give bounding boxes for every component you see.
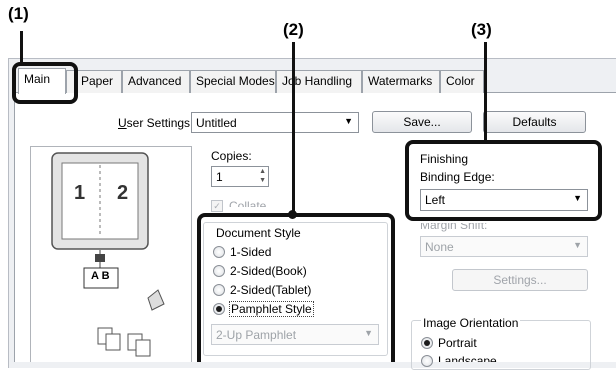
tab-paper[interactable]: Paper bbox=[66, 70, 122, 93]
preview-page-left: 1 bbox=[74, 182, 86, 204]
copies-label: Copies: bbox=[211, 149, 252, 163]
callout-3-line bbox=[484, 42, 487, 142]
tab-watermarks-label: Watermarks bbox=[368, 74, 433, 88]
settings-button[interactable]: Settings... bbox=[452, 269, 588, 291]
image-orientation-title: Image Orientation bbox=[421, 316, 521, 330]
label-portrait: Portrait bbox=[438, 336, 477, 350]
tab-advanced[interactable]: Advanced bbox=[122, 70, 190, 93]
collate-label: Collate bbox=[229, 199, 267, 207]
chevron-down-icon: ▼ bbox=[573, 240, 582, 250]
radio-2-sided-book[interactable] bbox=[213, 265, 225, 277]
callout-1: (1) bbox=[8, 4, 29, 23]
collate-checkbox[interactable]: ✓ bbox=[211, 200, 223, 212]
booklet-label: A B bbox=[91, 270, 110, 282]
binding-edge-label: Binding Edge: bbox=[420, 170, 495, 184]
tab-special-modes-label: Special Modes bbox=[196, 74, 275, 88]
callout-2-dot bbox=[288, 210, 297, 219]
tab-color[interactable]: Color bbox=[440, 70, 484, 93]
tab-main[interactable]: Main bbox=[18, 68, 66, 94]
booklet-icon bbox=[83, 250, 165, 357]
pamphlet-page-preview bbox=[51, 152, 149, 250]
user-settings-combo[interactable]: Untitled ▼ bbox=[191, 112, 359, 133]
tab-job-handling[interactable]: Job Handling bbox=[276, 70, 362, 93]
callout-1-line bbox=[20, 31, 23, 64]
tab-special-modes[interactable]: Special Modes bbox=[190, 70, 276, 93]
tab-paper-label: Paper bbox=[81, 74, 114, 88]
tab-main-label: Main bbox=[24, 72, 51, 86]
chevron-down-icon: ▼ bbox=[344, 116, 353, 126]
margin-shift-combo[interactable]: None ▼ bbox=[420, 236, 588, 257]
pamphlet-combo[interactable]: 2-Up Pamphlet ▼ bbox=[211, 324, 379, 345]
callout-3: (3) bbox=[471, 20, 492, 39]
user-settings-label: User Settings: bbox=[118, 116, 194, 130]
radio-pamphlet-style[interactable] bbox=[213, 303, 225, 315]
label-2-sided-tablet: 2-Sided(Tablet) bbox=[230, 283, 312, 297]
callout-2: (2) bbox=[283, 20, 304, 39]
document-style-title: Document Style bbox=[214, 226, 303, 240]
label-1-sided: 1-Sided bbox=[230, 245, 272, 259]
binding-edge-combo[interactable]: Left ▼ bbox=[420, 189, 588, 211]
tab-color-label: Color bbox=[446, 74, 475, 88]
chevron-down-icon: ▼ bbox=[573, 193, 582, 203]
user-settings-value: Untitled bbox=[196, 116, 237, 130]
tab-advanced-label: Advanced bbox=[128, 74, 182, 88]
defaults-button[interactable]: Defaults bbox=[483, 111, 586, 133]
margin-shift-value: None bbox=[425, 240, 454, 254]
finishing-title: Finishing bbox=[420, 152, 469, 166]
tab-watermarks[interactable]: Watermarks bbox=[362, 70, 440, 93]
chevron-down-icon: ▼ bbox=[364, 328, 373, 338]
label-pamphlet-style: Pamphlet Style bbox=[229, 301, 314, 317]
preview-page-right: 2 bbox=[117, 182, 129, 204]
label-2-sided-book: 2-Sided(Book) bbox=[230, 264, 307, 278]
label-landscape: Landscape bbox=[438, 354, 497, 362]
pamphlet-combo-value: 2-Up Pamphlet bbox=[216, 328, 297, 342]
radio-2-sided-tablet[interactable] bbox=[213, 284, 225, 296]
radio-landscape[interactable] bbox=[421, 355, 433, 367]
copies-value: 1 bbox=[216, 170, 223, 184]
binding-edge-value: Left bbox=[425, 193, 446, 207]
copies-input[interactable]: 1 ▲ ▼ bbox=[211, 166, 269, 187]
save-button[interactable]: Save... bbox=[372, 111, 472, 133]
radio-portrait[interactable] bbox=[421, 337, 433, 349]
radio-1-sided[interactable] bbox=[213, 246, 225, 258]
callout-2-line bbox=[292, 42, 295, 214]
spinner-icon[interactable]: ▲ ▼ bbox=[259, 167, 266, 185]
